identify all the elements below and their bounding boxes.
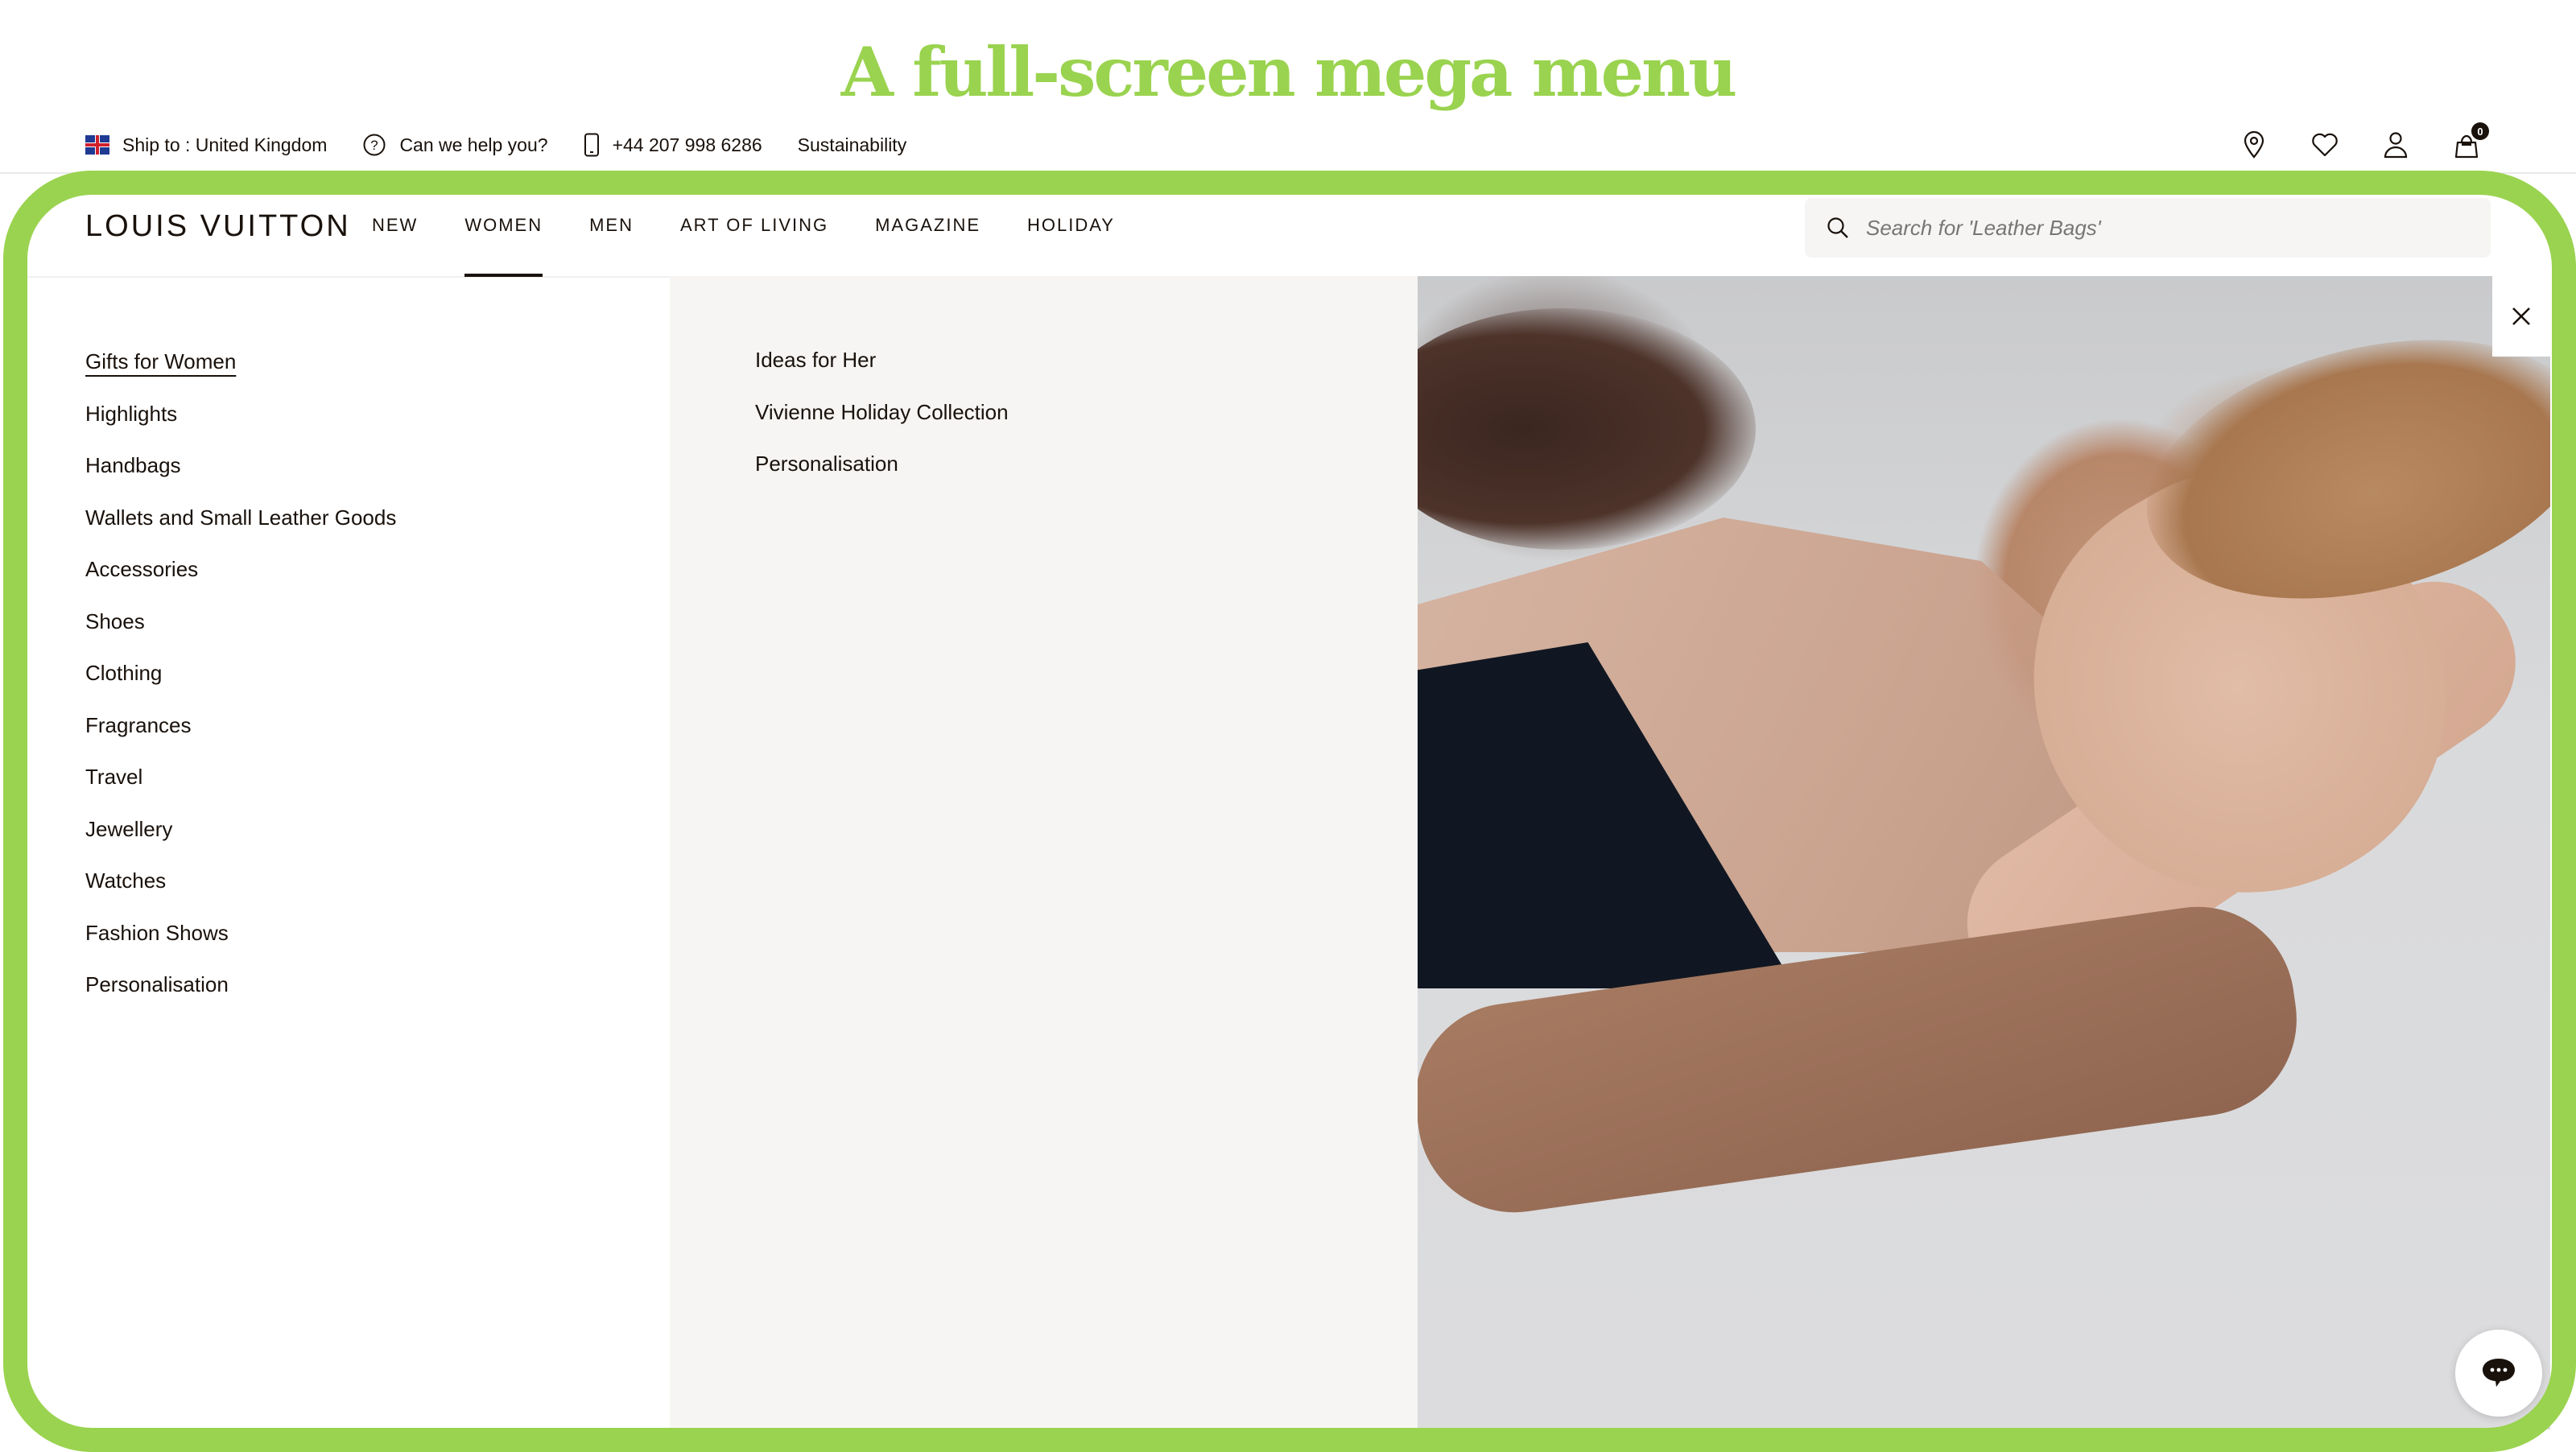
svg-text:?: ? bbox=[371, 138, 378, 153]
chat-bubble-icon bbox=[2483, 1359, 2515, 1387]
store-locator-button[interactable] bbox=[2238, 129, 2270, 161]
search-icon bbox=[1826, 216, 1850, 240]
menu-link-accessories[interactable]: Accessories bbox=[85, 543, 396, 596]
help-link[interactable]: ? Can we help you? bbox=[362, 133, 548, 157]
menu-link-jewellery[interactable]: Jewellery bbox=[85, 803, 396, 856]
ship-to-label: Ship to : United Kingdom bbox=[122, 134, 328, 155]
menu-link-personalisation-secondary[interactable]: Personalisation bbox=[755, 438, 1009, 490]
user-icon bbox=[2384, 132, 2408, 159]
location-pin-icon bbox=[2244, 131, 2264, 159]
ship-to-link[interactable]: Ship to : United Kingdom bbox=[85, 134, 327, 156]
photo-shape bbox=[1418, 308, 1756, 550]
brand-logo[interactable]: LOUIS VUITTON bbox=[85, 209, 351, 244]
uk-flag-icon bbox=[85, 135, 109, 155]
primary-category-column: Gifts for Women Highlights Handbags Wall… bbox=[26, 276, 670, 1429]
phone-icon bbox=[584, 133, 600, 157]
secondary-category-column: Ideas for Her Vivienne Holiday Collectio… bbox=[670, 276, 1418, 1429]
nav-item-magazine[interactable]: MAGAZINE bbox=[875, 211, 980, 275]
sustainability-link[interactable]: Sustainability bbox=[798, 134, 907, 156]
menu-link-travel[interactable]: Travel bbox=[85, 751, 396, 803]
help-label: Can we help you? bbox=[399, 134, 548, 155]
menu-link-handbags[interactable]: Handbags bbox=[85, 439, 396, 492]
page-title: A full-screen mega menu bbox=[840, 32, 1737, 112]
chat-button[interactable] bbox=[2455, 1330, 2542, 1417]
phone-number: +44 207 998 6286 bbox=[612, 134, 762, 155]
menu-link-shoes[interactable]: Shoes bbox=[85, 596, 396, 648]
heart-icon bbox=[2312, 133, 2338, 157]
search-input[interactable] bbox=[1866, 215, 2462, 241]
nav-item-men[interactable]: MEN bbox=[589, 211, 634, 275]
menu-link-gifts-for-women[interactable]: Gifts for Women bbox=[85, 336, 396, 388]
secondary-category-list: Ideas for Her Vivienne Holiday Collectio… bbox=[755, 334, 1009, 490]
menu-link-fashion-shows[interactable]: Fashion Shows bbox=[85, 907, 396, 959]
cart-count-badge: 0 bbox=[2471, 122, 2489, 140]
account-button[interactable] bbox=[2380, 129, 2412, 161]
close-menu-button[interactable] bbox=[2492, 276, 2550, 357]
mega-menu-panel: Gifts for Women Highlights Handbags Wall… bbox=[26, 276, 2550, 1429]
close-icon bbox=[2512, 307, 2530, 325]
menu-link-highlights[interactable]: Highlights bbox=[85, 388, 396, 440]
menu-link-ideas-for-her[interactable]: Ideas for Her bbox=[755, 334, 1009, 386]
help-question-icon: ? bbox=[362, 133, 386, 157]
main-nav: NEW WOMEN MEN ART OF LIVING MAGAZINE HOL… bbox=[372, 211, 1162, 277]
divider bbox=[0, 172, 2576, 174]
utility-bar: Ship to : United Kingdom ? Can we help y… bbox=[0, 122, 2576, 174]
menu-link-clothing[interactable]: Clothing bbox=[85, 647, 396, 699]
menu-link-wallets[interactable]: Wallets and Small Leather Goods bbox=[85, 492, 396, 544]
sustainability-label: Sustainability bbox=[797, 134, 907, 155]
nav-item-women[interactable]: WOMEN bbox=[464, 211, 543, 277]
nav-item-art-of-living[interactable]: ART OF LIVING bbox=[680, 211, 828, 275]
menu-link-personalisation[interactable]: Personalisation bbox=[85, 959, 396, 1011]
search-bar[interactable] bbox=[1805, 198, 2491, 258]
primary-category-list: Gifts for Women Highlights Handbags Wall… bbox=[85, 336, 396, 1011]
nav-item-new[interactable]: NEW bbox=[372, 211, 418, 275]
promo-image[interactable] bbox=[1418, 276, 2550, 1429]
menu-link-vivienne-holiday-collection[interactable]: Vivienne Holiday Collection bbox=[755, 386, 1009, 439]
wishlist-button[interactable] bbox=[2309, 129, 2341, 161]
main-header: LOUIS VUITTON NEW WOMEN MEN ART OF LIVIN… bbox=[26, 195, 2550, 277]
phone-link[interactable]: +44 207 998 6286 bbox=[584, 133, 762, 157]
nav-item-holiday[interactable]: HOLIDAY bbox=[1027, 211, 1115, 275]
menu-link-watches[interactable]: Watches bbox=[85, 855, 396, 907]
shopping-bag-button[interactable]: 0 bbox=[2450, 122, 2489, 161]
menu-link-fragrances[interactable]: Fragrances bbox=[85, 699, 396, 752]
